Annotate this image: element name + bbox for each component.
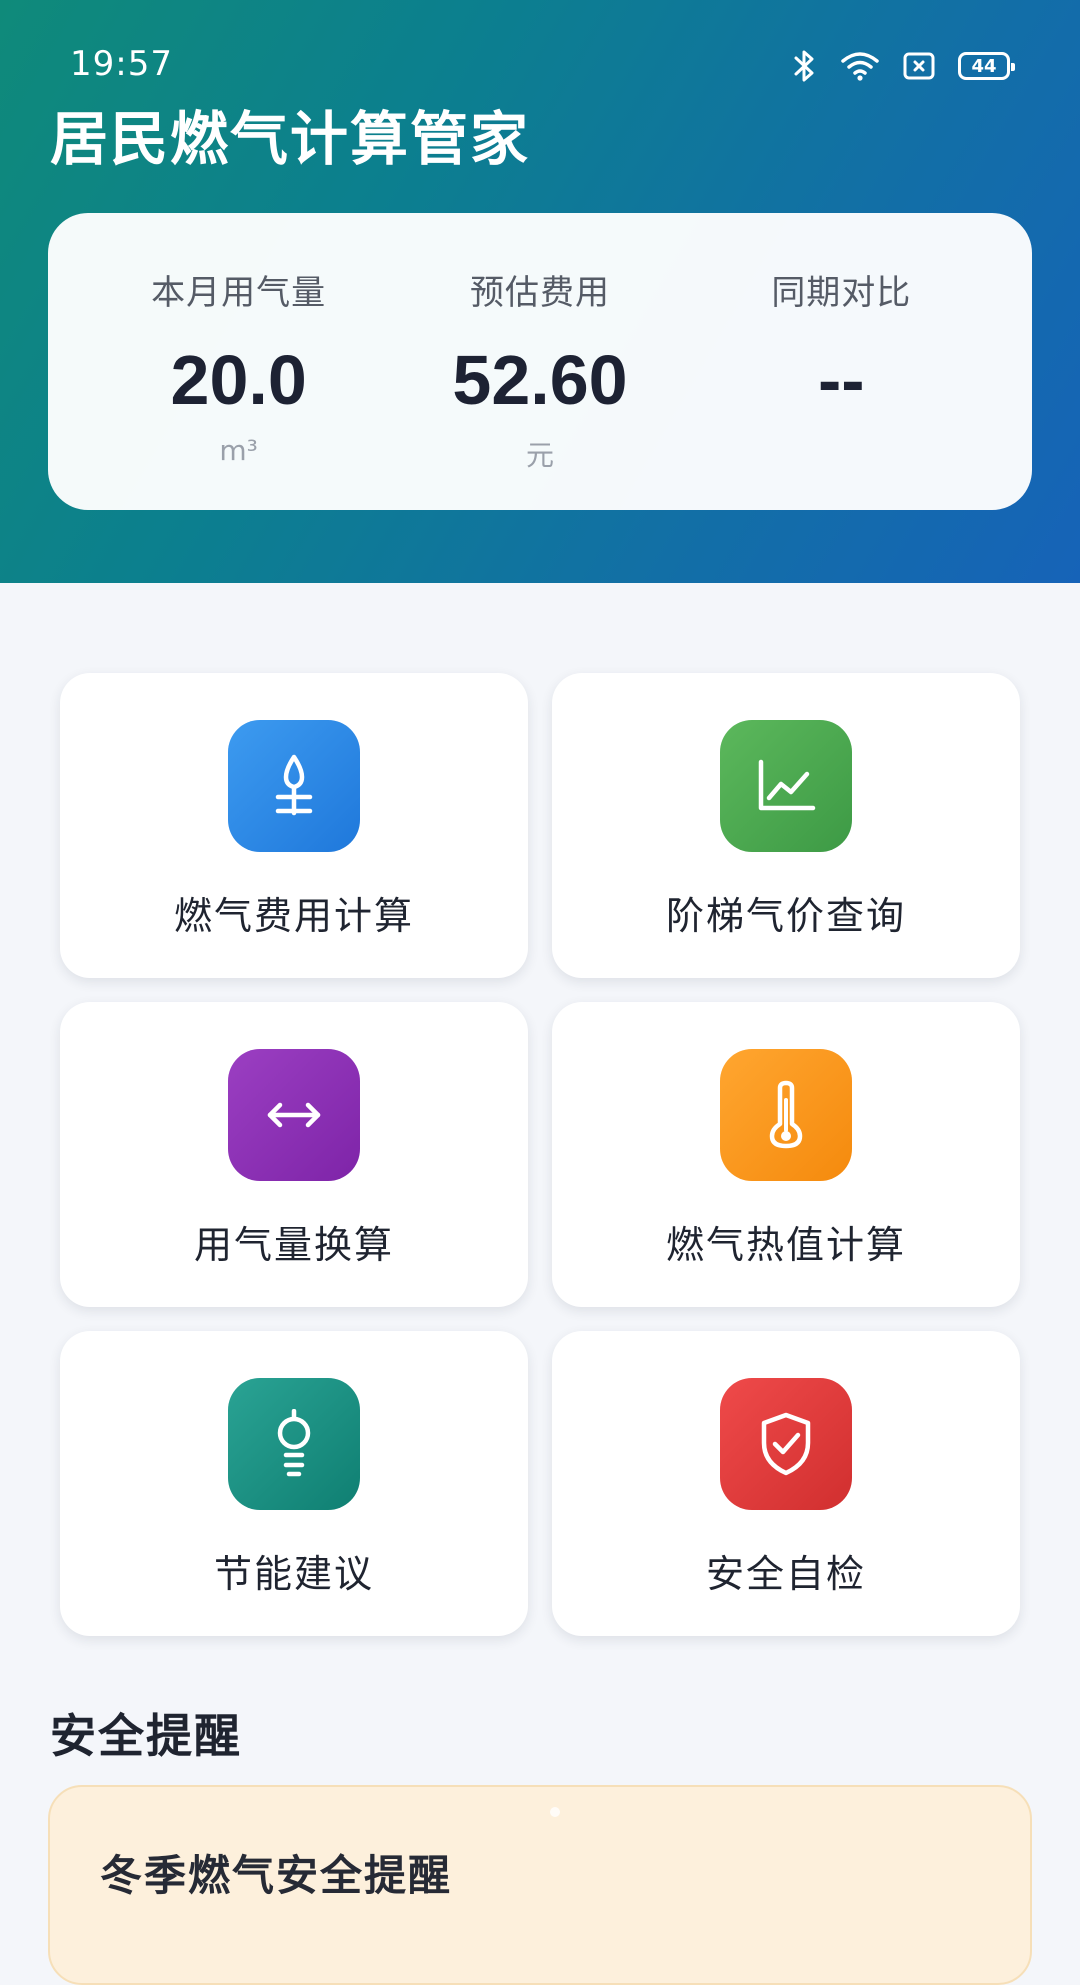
wifi-icon: [840, 50, 880, 82]
header-banner: 19:57 44 居民燃气计算管家 本月用气量 20.0 m³ 预估费用 52.…: [0, 0, 1080, 583]
tile-label: 阶梯气价查询: [665, 894, 906, 938]
stat-unit: m³: [219, 434, 258, 467]
swap-horizontal-icon: [228, 1049, 360, 1181]
tile-label: 安全自检: [705, 1552, 866, 1596]
flame-icon: [228, 720, 360, 852]
app-title: 居民燃气计算管家: [50, 105, 531, 173]
lightbulb-icon: [228, 1378, 360, 1510]
tool-usage-conversion[interactable]: 用气量换算: [60, 1002, 528, 1307]
status-icons: 44: [792, 46, 1015, 86]
stat-unit: 元: [525, 439, 554, 472]
stat-period-comparison: 同期对比 --: [701, 213, 981, 510]
tool-calorific-value-calculation[interactable]: 燃气热值计算: [552, 1002, 1020, 1307]
tools-grid: 燃气费用计算 阶梯气价查询 用气量换算 燃气热值计算 节能建议 安全自检: [60, 673, 1020, 1636]
shield-check-icon: [720, 1378, 852, 1510]
stat-estimated-cost: 预估费用 52.60 元: [400, 213, 680, 510]
page-indicator-dot: [550, 1807, 560, 1817]
line-chart-icon: [720, 720, 852, 852]
stat-label: 本月用气量: [151, 273, 327, 313]
tile-label: 燃气费用计算: [173, 894, 414, 938]
safety-reminder-card[interactable]: 冬季燃气安全提醒: [48, 1785, 1032, 1985]
stat-label: 预估费用: [469, 273, 610, 313]
tile-label: 节能建议: [213, 1552, 374, 1596]
stats-card: 本月用气量 20.0 m³ 预估费用 52.60 元 同期对比 --: [48, 213, 1032, 510]
tool-gas-fee-calculation[interactable]: 燃气费用计算: [60, 673, 528, 978]
tool-energy-saving-tips[interactable]: 节能建议: [60, 1331, 528, 1636]
battery-icon: 44: [958, 52, 1015, 80]
stat-value: --: [818, 341, 865, 419]
tool-safety-self-check[interactable]: 安全自检: [552, 1331, 1020, 1636]
stat-value: 52.60: [452, 341, 628, 419]
stat-value: 20.0: [170, 341, 307, 419]
reminder-title: 冬季燃气安全提醒: [100, 1851, 453, 1900]
tool-tiered-price-query[interactable]: 阶梯气价查询: [552, 673, 1020, 978]
thermometer-icon: [720, 1049, 852, 1181]
bluetooth-icon: [792, 49, 818, 83]
tile-label: 用气量换算: [193, 1223, 394, 1267]
tile-label: 燃气热值计算: [665, 1223, 906, 1267]
status-time: 19:57: [70, 44, 173, 84]
safety-section-title: 安全提醒: [50, 1709, 242, 1763]
stat-monthly-usage: 本月用气量 20.0 m³: [99, 213, 379, 510]
stat-label: 同期对比: [771, 273, 912, 313]
sim-card-icon: [902, 51, 936, 81]
